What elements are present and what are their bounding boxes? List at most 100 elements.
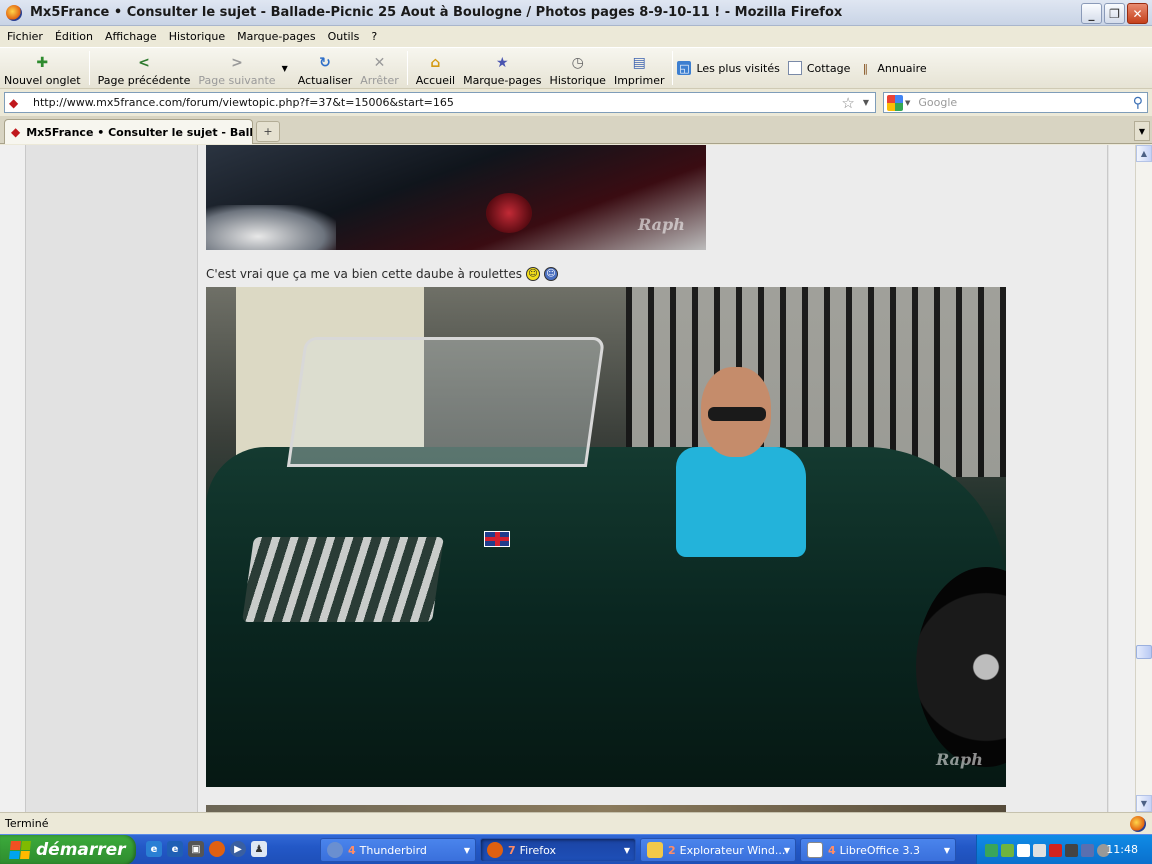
tab-list-dropdown-icon[interactable]: ▼: [1134, 121, 1150, 141]
print-button[interactable]: ▤ Imprimer: [610, 49, 669, 87]
menu-outils[interactable]: Outils: [324, 30, 368, 43]
page-content: Raph C'est vrai que ça me va bien cette …: [0, 145, 1135, 812]
task-count: 2: [668, 843, 676, 857]
menu-help[interactable]: ?: [367, 30, 385, 43]
mail-icon[interactable]: [985, 843, 998, 857]
menu-historique[interactable]: Historique: [165, 30, 233, 43]
google-icon[interactable]: [887, 94, 903, 111]
document-tray-icon[interactable]: [1017, 843, 1030, 857]
bookmark-cottage[interactable]: Cottage: [787, 61, 851, 75]
task-firefox[interactable]: 7 Firefox ▼: [480, 838, 636, 862]
task-label: LibreOffice 3.3: [839, 843, 920, 857]
menu-marque-pages[interactable]: Marque-pages: [233, 30, 323, 43]
desktop-icon[interactable]: ▣: [188, 841, 204, 857]
volume-icon[interactable]: [1065, 843, 1078, 857]
window-controls: _ ❐ ✕: [1081, 3, 1148, 24]
thunderbird-icon: [327, 842, 343, 858]
forward-arrow-icon: >: [231, 55, 243, 71]
post-photo-next: [206, 805, 1006, 812]
network-icon[interactable]: [1001, 843, 1014, 857]
url-bar[interactable]: ◆ http://www.mx5france.com/forum/viewtop…: [4, 92, 876, 113]
ie-icon[interactable]: e: [146, 841, 162, 857]
bookmarks-button[interactable]: ★ Marque-pages: [459, 49, 545, 87]
search-bar[interactable]: ▼ Google ⚲: [883, 92, 1148, 113]
task-explorer[interactable]: 2 Explorateur Wind... ▼: [640, 838, 796, 862]
bookmark-most-visited[interactable]: ◱ Les plus visités: [677, 61, 780, 75]
stop-icon: ✕: [373, 55, 386, 71]
app-icon[interactable]: ♟: [251, 841, 267, 857]
reload-button[interactable]: ↻ Actualiser: [294, 49, 357, 87]
photo-taillight: [486, 193, 532, 233]
window-title: Mx5France • Consulter le sujet - Ballade…: [30, 5, 843, 20]
task-libreoffice[interactable]: 4 LibreOffice 3.3 ▼: [800, 838, 956, 862]
menu-affichage[interactable]: Affichage: [101, 30, 165, 43]
start-button[interactable]: démarrer: [0, 835, 136, 864]
media-player-icon[interactable]: ▶: [230, 841, 246, 857]
usb-icon[interactable]: [1033, 843, 1046, 857]
history-dropdown-icon[interactable]: ▼: [282, 64, 288, 73]
menu-bar: Fichier Édition Affichage Historique Mar…: [0, 26, 1152, 47]
maximize-button[interactable]: ❐: [1104, 3, 1125, 24]
bookmark-label: Les plus visités: [696, 61, 780, 75]
reload-icon: ↻: [319, 55, 331, 71]
bookmark-label: Annuaire: [877, 61, 927, 75]
toolbar-separator: [406, 51, 408, 85]
task-count: 4: [828, 843, 836, 857]
task-label: Firefox: [519, 843, 557, 857]
site-favicon-icon: ◆: [9, 95, 19, 110]
new-tab-button[interactable]: ✚ Nouvel onglet: [0, 49, 85, 87]
home-icon: ⌂: [430, 55, 441, 71]
new-tab-plus-button[interactable]: +: [256, 121, 280, 142]
url-dropdown-icon[interactable]: ▼: [863, 98, 869, 107]
firefox-status-icon[interactable]: [1130, 816, 1146, 832]
firefox-icon[interactable]: [209, 841, 225, 857]
menu-edition[interactable]: Édition: [51, 30, 101, 43]
bookmark-label: Cottage: [806, 61, 851, 75]
minimize-button[interactable]: _: [1081, 3, 1102, 24]
status-text: Terminé: [5, 817, 49, 830]
task-label: Thunderbird: [359, 843, 427, 857]
task-thunderbird[interactable]: 4 Thunderbird ▼: [320, 838, 476, 862]
task-dropdown-icon: ▼: [463, 845, 470, 855]
history-button[interactable]: ◷ Historique: [546, 49, 610, 87]
printer-icon: ▤: [632, 55, 646, 71]
site-favicon-icon: ◆: [11, 125, 21, 139]
close-button[interactable]: ✕: [1127, 3, 1148, 24]
task-label: Explorateur Wind...: [679, 843, 786, 857]
bookmark-star-icon[interactable]: ☆: [841, 94, 854, 112]
navigation-toolbar: ✚ Nouvel onglet < Page précédente > Page…: [0, 47, 1152, 89]
page-left-margin: [0, 145, 26, 812]
scroll-down-icon[interactable]: ▼: [1136, 795, 1152, 812]
menu-fichier[interactable]: Fichier: [3, 30, 51, 43]
scroll-up-icon[interactable]: ▲: [1136, 145, 1152, 162]
photo-windshield: [286, 337, 606, 467]
tab-mx5france[interactable]: ◆ Mx5France • Consulter le sujet - Ball.…: [4, 119, 253, 144]
vertical-scrollbar[interactable]: ▲ ▼: [1135, 145, 1152, 812]
ie-alt-icon[interactable]: e: [167, 841, 183, 857]
url-text[interactable]: http://www.mx5france.com/forum/viewtopic…: [33, 96, 841, 109]
tab-strip: ◆ Mx5France • Consulter le sujet - Ball.…: [0, 116, 1152, 144]
search-engine-dropdown-icon[interactable]: ▼: [905, 99, 910, 107]
bookmark-annuaire[interactable]: ‖ Annuaire: [858, 61, 927, 75]
task-dropdown-icon: ▼: [783, 845, 790, 855]
antivirus-icon[interactable]: [1049, 843, 1062, 857]
tab-label: Mx5France • Consulter le sujet - Ball...: [26, 125, 252, 139]
back-button[interactable]: < Page précédente: [94, 49, 195, 87]
forward-button[interactable]: > Page suivante: [194, 49, 279, 87]
search-input[interactable]: Google: [918, 96, 1132, 109]
search-icon[interactable]: ⚲: [1133, 95, 1143, 111]
page-right-margin: [1109, 145, 1135, 812]
quick-launch: e e ▣ ▶ ♟: [146, 841, 267, 857]
scrollbar-thumb[interactable]: [1136, 645, 1152, 659]
task-count: 4: [348, 843, 356, 857]
photo-watermark: Raph: [936, 750, 983, 769]
photo-reflection: [206, 205, 336, 250]
home-label: Accueil: [415, 74, 456, 87]
home-button[interactable]: ⌂ Accueil: [412, 49, 459, 87]
window-titlebar[interactable]: Mx5France • Consulter le sujet - Ballade…: [0, 0, 1152, 26]
history-label: Historique: [549, 74, 606, 87]
display-icon[interactable]: [1081, 843, 1094, 857]
stop-button[interactable]: ✕ Arrêter: [356, 49, 403, 87]
post-photo-man-in-car: Raph: [206, 287, 1006, 787]
back-label: Page précédente: [97, 74, 191, 87]
